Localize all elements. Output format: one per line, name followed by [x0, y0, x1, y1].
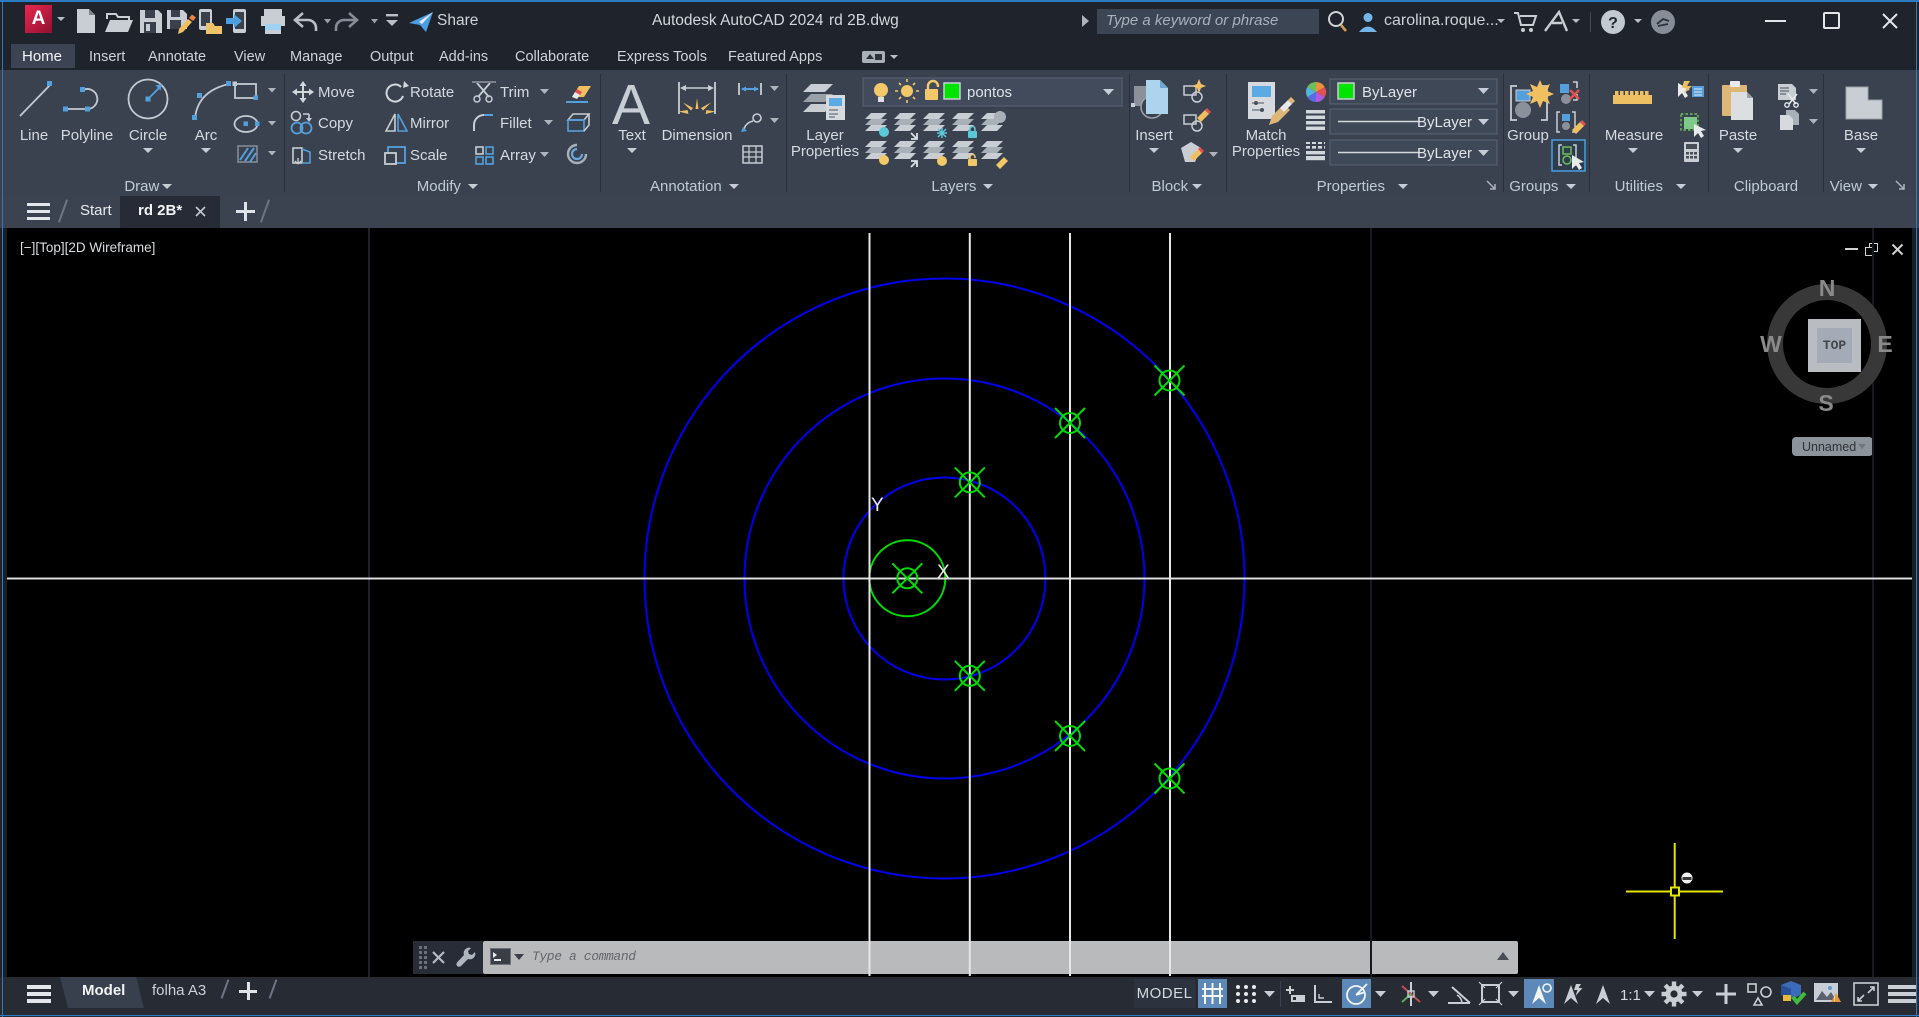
svg-text:!: !	[1834, 996, 1836, 1003]
svg-text:X: X	[937, 562, 950, 583]
svg-text:N: N	[1819, 275, 1836, 301]
svg-text:W: W	[1760, 331, 1782, 357]
svg-text:E: E	[1877, 331, 1892, 357]
svg-text:1:1: 1:1	[1620, 987, 1641, 1004]
svg-text:?: ?	[1608, 15, 1618, 32]
svg-text:Y: Y	[871, 495, 884, 516]
svg-text:S: S	[1818, 390, 1833, 416]
